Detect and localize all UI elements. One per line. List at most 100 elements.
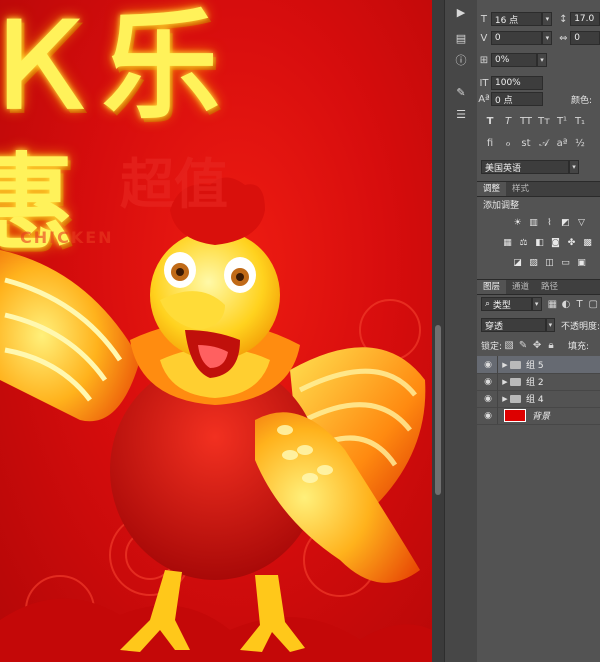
superscript-icon[interactable]: T¹	[555, 116, 569, 127]
color-label: 颜色:	[571, 95, 593, 106]
layer-row[interactable]: ◉ ▶ 组 4	[477, 390, 600, 408]
stylistic-icon[interactable]: st	[519, 138, 533, 149]
chevron-down-icon[interactable]: ▾	[545, 318, 555, 332]
hue-saturation-icon[interactable]: ▦	[501, 236, 514, 249]
tab-paths[interactable]: 路径	[535, 280, 564, 294]
color-lookup-icon[interactable]: ▩	[581, 236, 594, 249]
tab-channels[interactable]: 通道	[506, 280, 535, 294]
type-filter-icon[interactable]: T	[573, 299, 587, 310]
chevron-down-icon[interactable]: ▾	[537, 53, 547, 67]
levels-icon[interactable]: ▥	[527, 216, 540, 229]
layer-row[interactable]: ◉ ▶ 组 2	[477, 373, 600, 391]
history-icon[interactable]: ▤	[450, 28, 472, 48]
baseline-shift-field[interactable]: 0 点	[491, 92, 543, 106]
info-icon[interactable]: ⓘ	[450, 50, 472, 70]
lock-transparent-icon[interactable]: ▧	[502, 340, 516, 351]
ligature-icon[interactable]: ﬁ	[483, 138, 497, 149]
type-style-buttons: T T TT Tт T¹ T₁	[477, 112, 600, 130]
canvas-vertical-scrollbar[interactable]	[432, 0, 444, 662]
opentype-buttons: ﬁ ℴ st 𝒜 aª ½	[477, 134, 600, 152]
faded-headline-text: 超值	[120, 153, 228, 216]
tab-styles[interactable]: 样式	[506, 182, 535, 196]
brush-icon[interactable]: ✎	[450, 82, 472, 102]
threshold-icon[interactable]: ◫	[543, 256, 556, 269]
small-caps-icon[interactable]: Tт	[537, 116, 551, 127]
kerning-field[interactable]: 0	[490, 31, 543, 45]
layer-name: 组 2	[526, 378, 544, 388]
subscript-icon[interactable]: T₁	[573, 116, 587, 127]
tab-adjustments[interactable]: 调整	[477, 182, 507, 196]
baseline-shift-icon: Aª	[478, 93, 490, 105]
brightness-icon[interactable]: ☀	[511, 216, 524, 229]
all-caps-icon[interactable]: TT	[519, 116, 533, 127]
faux-bold-icon[interactable]: T	[483, 116, 497, 127]
faux-italic-icon[interactable]: T	[501, 116, 515, 127]
ordinal-icon[interactable]: aª	[555, 138, 569, 149]
selective-color-icon[interactable]: ▣	[575, 256, 588, 269]
vertical-scale-field[interactable]: 100%	[491, 76, 543, 90]
lock-row: 锁定: ▧ ✎ ✥ 🔒︎ 填充:	[477, 336, 600, 354]
layer-filter-row: ⌕ 类型 ▾ ▦ ◐ T ▢	[477, 295, 600, 313]
tracking-field[interactable]: 0	[570, 31, 600, 45]
visibility-eye-icon[interactable]: ◉	[481, 377, 495, 387]
adjustments-tabbar: 调整 样式	[477, 181, 600, 197]
exposure-icon[interactable]: ◩	[559, 216, 572, 229]
tracking-icon: ⇔	[559, 32, 568, 44]
visibility-eye-icon[interactable]: ◉	[481, 411, 495, 421]
chevron-down-icon[interactable]: ▾	[542, 12, 553, 26]
layer-row[interactable]: ◉ ▶ 组 5	[477, 356, 600, 374]
tsume-icon: ⊞	[479, 54, 489, 66]
visibility-eye-icon[interactable]: ◉	[481, 394, 495, 404]
add-adjustment-title: 添加调整	[483, 201, 520, 211]
layer-filter-value: 类型	[492, 300, 511, 311]
invert-icon[interactable]: ◪	[511, 256, 524, 269]
blend-mode-select[interactable]: 穿透	[481, 318, 546, 332]
properties-panel: T 16 点 ▾ ↕ 17.0 V 0 ▾ ⇔ 0 ⊞ 0% ▾ IT 100%…	[477, 0, 600, 662]
blend-row: 穿透 ▾ 不透明度:	[477, 316, 600, 334]
black-white-icon[interactable]: ◧	[533, 236, 546, 249]
document-canvas[interactable]: Ｋ乐 惠 超值 CHICKEN	[0, 0, 432, 662]
play-icon[interactable]: ▶	[450, 2, 472, 22]
alternate-icon[interactable]: 𝒜	[537, 138, 551, 149]
vibrance-icon[interactable]: ▽	[575, 216, 588, 229]
layer-name: 背景	[532, 412, 551, 422]
lock-image-icon[interactable]: ✎	[516, 340, 530, 351]
language-select[interactable]: 美国英语	[481, 160, 569, 174]
curves-icon[interactable]: ⌇	[543, 216, 556, 229]
expand-triangle-icon[interactable]: ▶	[500, 361, 510, 369]
swash-icon[interactable]: ℴ	[501, 138, 515, 149]
chevron-down-icon[interactable]: ▾	[531, 297, 542, 311]
folder-icon	[510, 394, 521, 403]
chevron-down-icon[interactable]: ▾	[542, 31, 553, 45]
shape-filter-icon[interactable]: ▢	[586, 299, 600, 310]
fill-label: 填充:	[568, 341, 590, 352]
expand-triangle-icon[interactable]: ▶	[500, 378, 510, 386]
tsume-field[interactable]: 0%	[491, 53, 537, 67]
channel-mixer-icon[interactable]: ✤	[565, 236, 578, 249]
language-row: 美国英语 ▾	[477, 158, 600, 176]
font-size-field[interactable]: 16 点	[490, 12, 543, 26]
opacity-label: 不透明度:	[560, 321, 600, 332]
layer-thumbnail	[504, 409, 526, 422]
visibility-eye-icon[interactable]: ◉	[481, 360, 495, 370]
layer-name: 组 5	[526, 361, 544, 371]
posterize-icon[interactable]: ▨	[527, 256, 540, 269]
layer-filter-select[interactable]: ⌕ 类型	[481, 297, 532, 311]
lock-position-icon[interactable]: ✥	[530, 340, 544, 351]
color-balance-icon[interactable]: ⚖	[517, 236, 530, 249]
layer-row[interactable]: ◉ 背景	[477, 407, 600, 425]
lock-all-icon[interactable]: 🔒︎	[544, 340, 558, 351]
adjustment-filter-icon[interactable]: ◐	[559, 299, 573, 310]
fraction-icon[interactable]: ½	[573, 138, 587, 149]
adjustment-icons-row-2: ▦ ⚖ ◧ ◙ ✤ ▩	[501, 236, 594, 249]
adjust-icon[interactable]: ☰	[450, 104, 472, 124]
leading-field[interactable]: 17.0	[570, 12, 600, 26]
gradient-map-icon[interactable]: ▭	[559, 256, 572, 269]
expand-triangle-icon[interactable]: ▶	[500, 395, 510, 403]
tab-layers[interactable]: 图层	[477, 280, 507, 294]
photo-filter-icon[interactable]: ◙	[549, 236, 562, 249]
pixel-filter-icon[interactable]: ▦	[546, 299, 560, 310]
chevron-down-icon[interactable]: ▾	[569, 160, 579, 174]
scrollbar-thumb[interactable]	[435, 325, 441, 495]
panel-icon-strip: ▶ ▤ ⓘ ✎ ☰	[444, 0, 478, 662]
